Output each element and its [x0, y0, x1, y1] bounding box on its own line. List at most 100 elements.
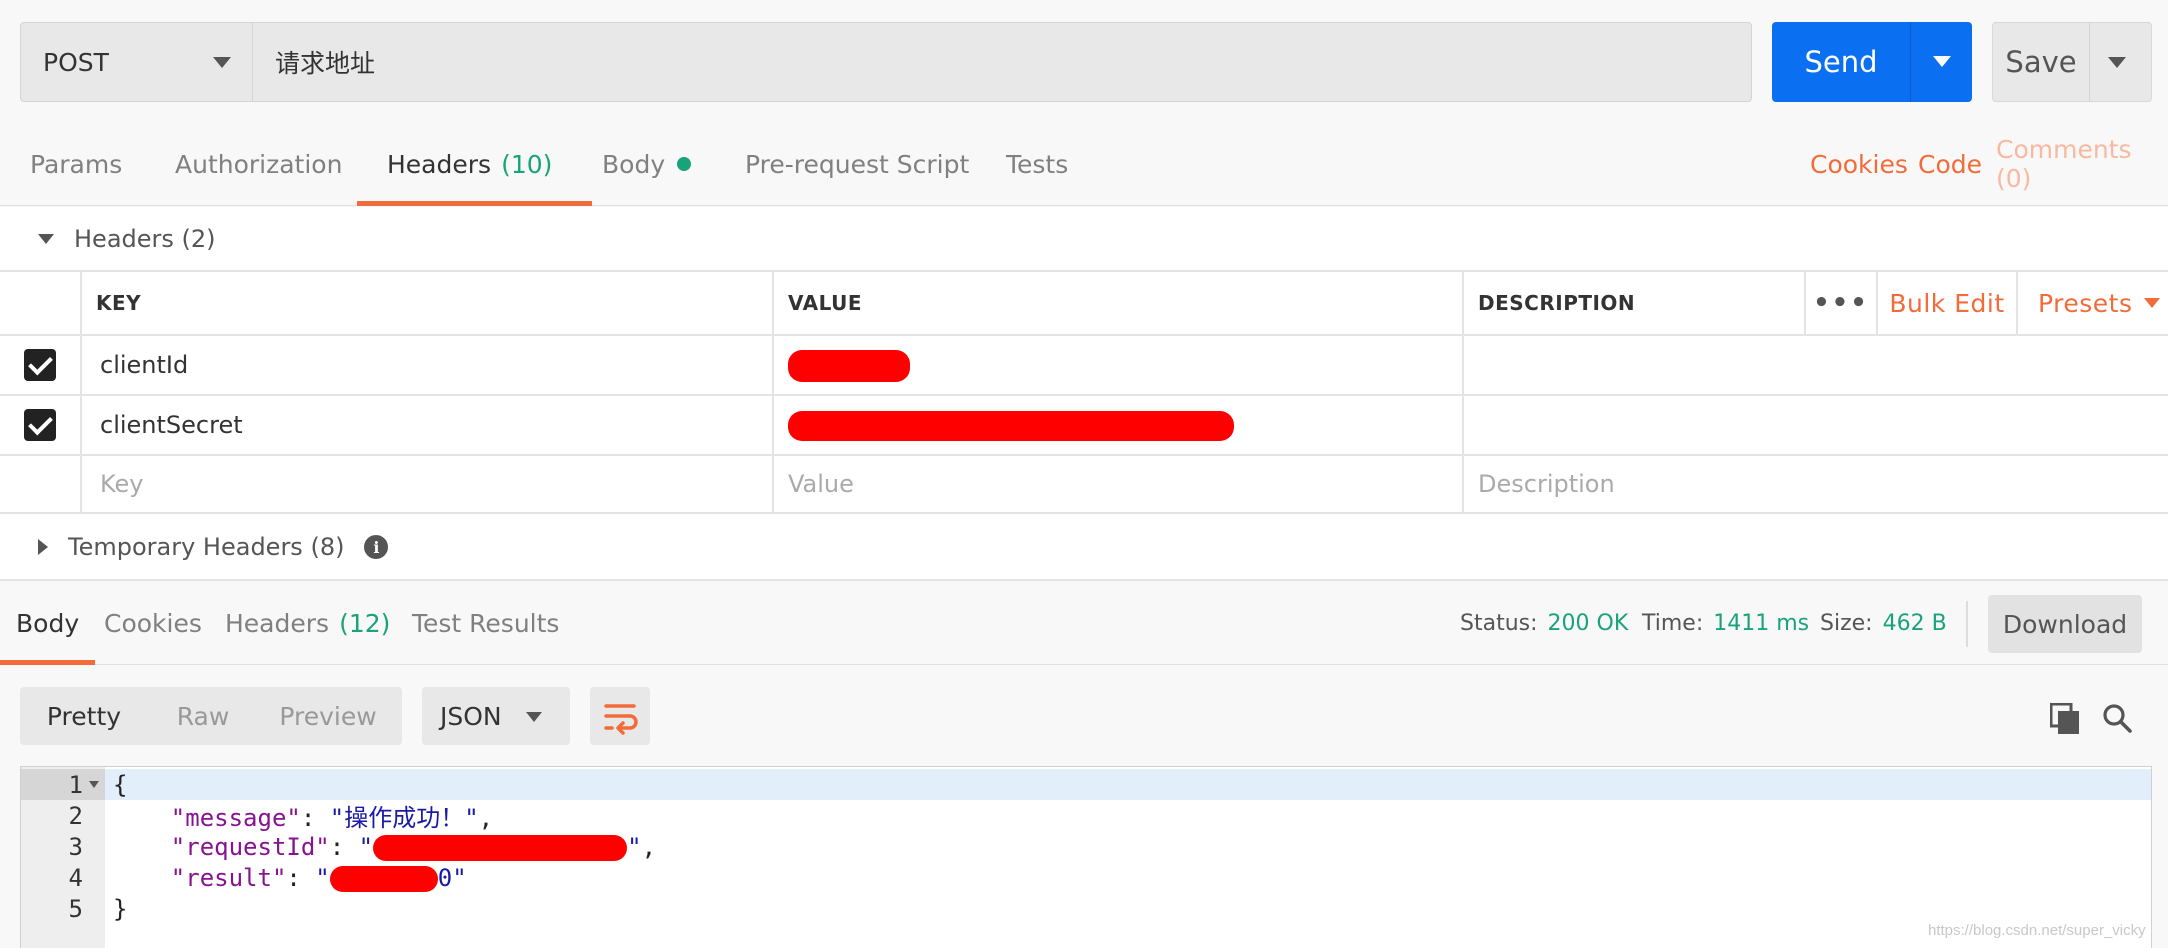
- code-line: 3 "requestId": " ",: [21, 831, 2151, 862]
- info-icon[interactable]: i: [364, 535, 389, 559]
- url-group: POST 请求地址: [20, 22, 1752, 102]
- caret-down-icon: [38, 234, 54, 244]
- comments-link[interactable]: Comments (0): [1996, 122, 2168, 206]
- section-title: Temporary Headers: [68, 533, 303, 561]
- chevron-down-icon: [2144, 298, 2161, 308]
- method-select[interactable]: POST: [21, 23, 253, 101]
- cookies-link[interactable]: Cookies: [1810, 122, 1908, 206]
- response-tab-headers[interactable]: Headers (12): [225, 581, 390, 665]
- send-button[interactable]: Send: [1772, 22, 1972, 102]
- key-cell[interactable]: clientId: [82, 336, 774, 394]
- status-readout: Status: 200 OK: [1460, 581, 1628, 665]
- save-options-button[interactable]: [2089, 23, 2151, 101]
- row-checkbox[interactable]: [24, 409, 56, 441]
- json-string: ": [315, 863, 330, 892]
- line-number: 5: [68, 894, 83, 923]
- code-text: {: [113, 770, 128, 799]
- new-header-row: Key Value Description: [0, 454, 2168, 514]
- code-line: 1 {: [21, 769, 2151, 800]
- line-number: 2: [68, 801, 83, 830]
- table-row: clientId: [0, 334, 2168, 394]
- tab-label: Authorization: [175, 149, 343, 179]
- row-checkbox[interactable]: [24, 349, 56, 381]
- description-cell[interactable]: [1464, 396, 2168, 454]
- section-title: Headers: [74, 225, 174, 253]
- tab-tests[interactable]: Tests: [1006, 122, 1068, 206]
- line-number-text: 1: [68, 770, 83, 799]
- tab-headers[interactable]: Headers (10): [356, 122, 593, 206]
- column-header-label: DESCRIPTION: [1478, 291, 1636, 315]
- redaction-mark: [788, 350, 910, 382]
- chevron-down-icon: [2108, 57, 2126, 68]
- tab-label: Headers: [225, 608, 330, 638]
- status-dot-icon: [677, 157, 692, 171]
- checkbox-column-header: [0, 272, 82, 334]
- column-header-value: VALUE: [774, 272, 1464, 334]
- request-tabs: Params Authorization Headers (10) Body Pr…: [0, 122, 2168, 206]
- format-label: JSON: [440, 701, 502, 731]
- chevron-down-icon: [1933, 56, 1951, 67]
- download-button[interactable]: Download: [1988, 595, 2142, 653]
- code-text: }: [113, 894, 128, 923]
- line-number: 3: [68, 832, 83, 861]
- tab-body[interactable]: Body: [602, 122, 692, 206]
- fold-toggle-icon[interactable]: [89, 781, 99, 788]
- temporary-headers-toggle[interactable]: Temporary Headers (8) i: [38, 533, 389, 561]
- tab-authorization[interactable]: Authorization: [175, 122, 342, 206]
- format-select[interactable]: JSON: [422, 687, 570, 745]
- response-body-editor[interactable]: 1 { 2 "message": "操作成功！", 3 "requestId":…: [20, 766, 2152, 948]
- more-options-icon[interactable]: •••: [1804, 272, 1878, 334]
- line-number: 1: [21, 769, 105, 800]
- time-value: 1411 ms: [1713, 610, 1810, 636]
- tab-prerequest-script[interactable]: Pre-request Script: [745, 122, 969, 206]
- key-input[interactable]: Key: [82, 456, 774, 512]
- search-icon[interactable]: [2102, 703, 2132, 733]
- url-input[interactable]: 请求地址: [253, 23, 1751, 101]
- json-sep: :: [329, 832, 359, 861]
- view-mode-preview[interactable]: Preview: [258, 687, 398, 745]
- description-input[interactable]: Description: [1464, 456, 2168, 512]
- time-readout: Time: 1411 ms: [1642, 581, 1809, 665]
- json-key: "result": [170, 863, 287, 892]
- watermark: https://blog.csdn.net/super_vicky: [1928, 922, 2146, 939]
- code-text: "message": "操作成功！",: [105, 798, 493, 833]
- value-cell[interactable]: [774, 336, 1464, 394]
- divider: [1966, 601, 1968, 647]
- presets-dropdown[interactable]: Presets: [2018, 272, 2168, 334]
- save-button[interactable]: Save: [1992, 22, 2152, 102]
- tab-label: Body: [602, 149, 666, 179]
- save-label: Save: [2005, 45, 2077, 79]
- status-value: 200 OK: [1547, 610, 1629, 636]
- value-input[interactable]: Value: [774, 456, 1464, 512]
- tab-label: Tests: [1006, 149, 1069, 179]
- redaction-mark: [788, 411, 1234, 441]
- json-key: "message": [170, 804, 301, 832]
- send-options-button[interactable]: [1910, 22, 1972, 102]
- key-cell[interactable]: clientSecret: [82, 396, 774, 454]
- json-string: ": [627, 832, 642, 861]
- view-mode-pretty[interactable]: Pretty: [20, 687, 148, 745]
- response-tab-body[interactable]: Body: [0, 581, 96, 665]
- send-label: Send: [1804, 45, 1878, 79]
- time-label: Time:: [1642, 610, 1704, 636]
- tab-params[interactable]: Params: [30, 122, 122, 206]
- chevron-down-icon: [526, 712, 542, 722]
- chevron-down-icon: [213, 57, 231, 68]
- url-value: 请求地址: [275, 49, 376, 78]
- response-tab-test-results[interactable]: Test Results: [412, 581, 559, 665]
- description-cell[interactable]: [1464, 336, 2168, 394]
- section-count: (8): [310, 533, 345, 561]
- bulk-edit-link[interactable]: Bulk Edit: [1878, 272, 2018, 334]
- code-text: "result": " 0": [105, 864, 467, 892]
- wrap-lines-button[interactable]: [590, 687, 650, 745]
- copy-icon[interactable]: [2050, 703, 2080, 735]
- size-label: Size:: [1820, 610, 1873, 636]
- json-key: "requestId": [170, 832, 330, 861]
- column-header-description: DESCRIPTION ••• Bulk Edit Presets: [1464, 272, 2168, 334]
- view-mode-raw[interactable]: Raw: [148, 687, 258, 745]
- headers-toggle[interactable]: Headers (2): [38, 225, 216, 253]
- view-mode-switch: Pretty Raw Preview: [20, 687, 402, 745]
- code-link[interactable]: Code: [1918, 122, 1982, 206]
- response-tab-cookies[interactable]: Cookies: [104, 581, 202, 665]
- value-cell[interactable]: [774, 396, 1464, 454]
